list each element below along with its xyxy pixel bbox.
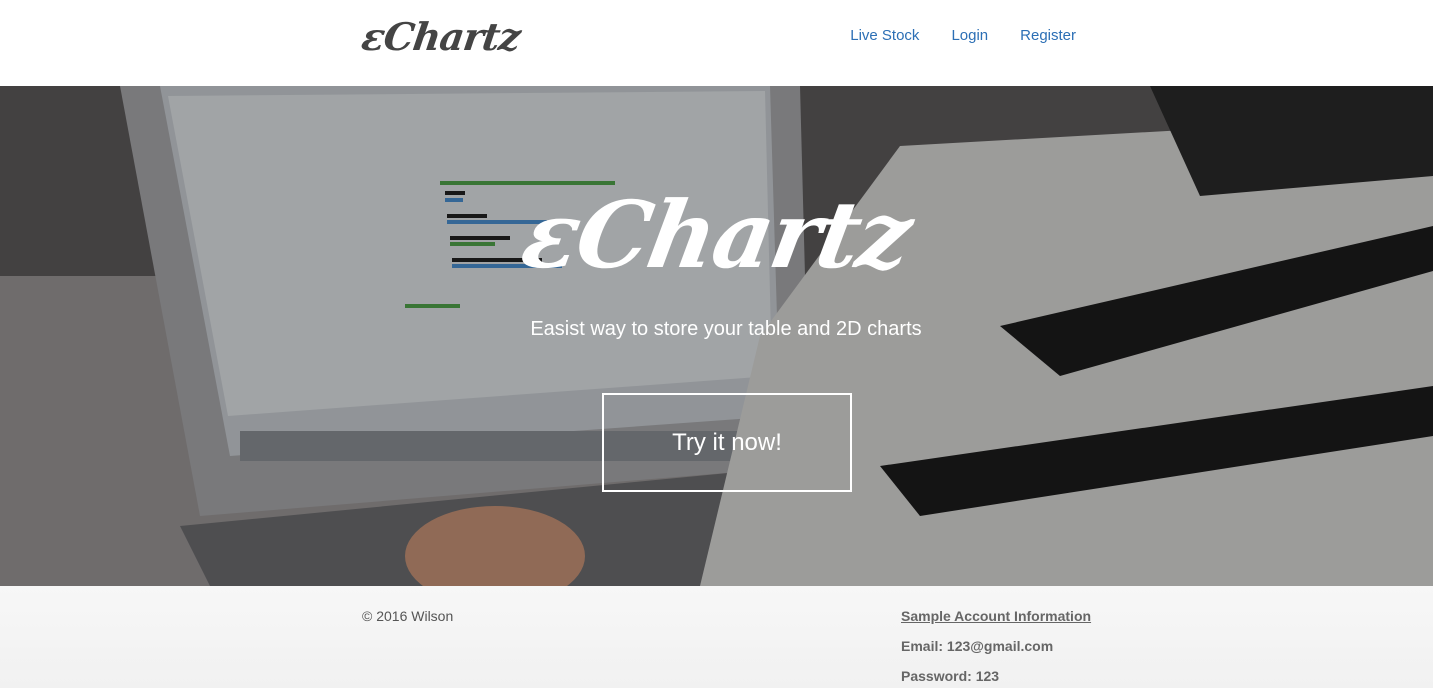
sample-email: Email: 123@gmail.com [901, 638, 1054, 654]
brand-logo[interactable]: εChartz [359, 14, 523, 59]
sample-account-title-link[interactable]: Sample Account Information [901, 608, 1091, 624]
nav-link-login[interactable]: Login [935, 27, 1004, 45]
copyright-text: © 2016 Wilson [362, 608, 454, 624]
try-it-now-button[interactable]: Try it now! [602, 393, 852, 492]
sample-password: Password: 123 [901, 668, 1000, 684]
hero-title: εChartz [514, 181, 919, 289]
hero-section: εChartz Easist way to store your table a… [0, 86, 1433, 586]
top-navbar: εChartz Live Stock Login Register [0, 0, 1433, 86]
sample-account-info: Sample Account Information Email: 123@gm… [901, 608, 1091, 698]
nav-link-live-stock[interactable]: Live Stock [834, 27, 935, 45]
hero-subtitle: Easist way to store your table and 2D ch… [530, 318, 922, 340]
footer: © 2016 Wilson Sample Account Information… [0, 586, 1433, 688]
nav-links: Live Stock Login Register [834, 27, 1076, 45]
nav-link-register[interactable]: Register [1004, 27, 1076, 45]
